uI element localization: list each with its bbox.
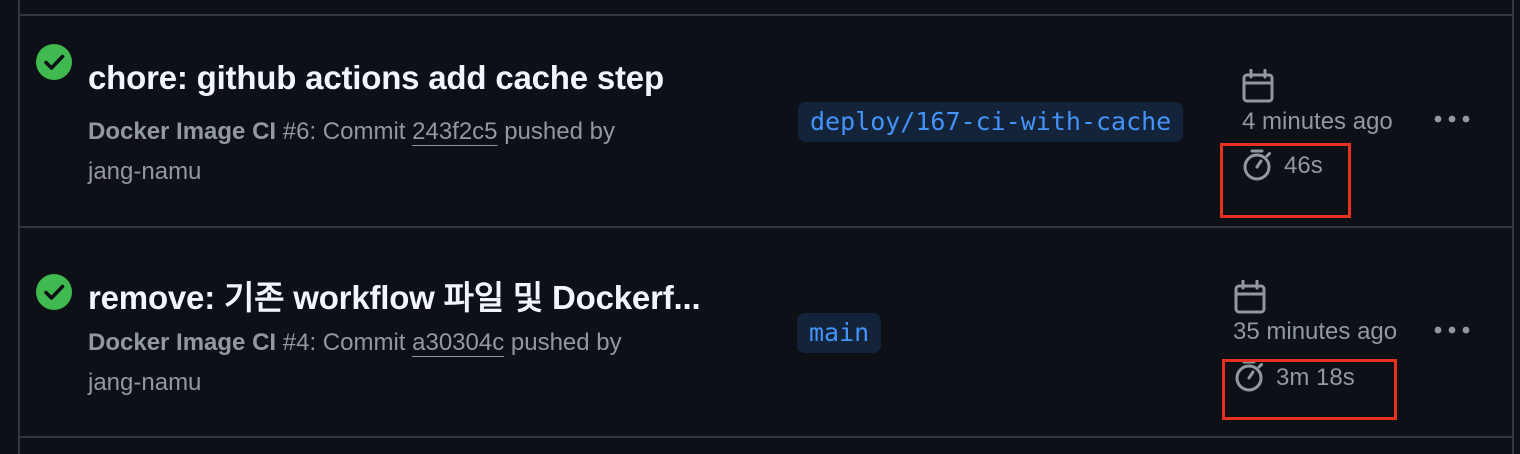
- commit-prefix: : Commit: [309, 329, 413, 356]
- divider: [18, 436, 1514, 438]
- commit-sha-link[interactable]: a30304c: [412, 329, 504, 356]
- kebab-horizontal-icon[interactable]: [1432, 109, 1472, 129]
- actor-link[interactable]: jang-namu: [88, 369, 201, 396]
- run-title-link[interactable]: chore: github actions add cache step: [88, 59, 664, 97]
- pushed-by-text: pushed by: [497, 118, 615, 145]
- check-circle-fill-icon: [36, 274, 72, 310]
- highlight-box: [1220, 143, 1351, 218]
- calendar-icon: [1234, 280, 1266, 314]
- run-number: #4: [282, 329, 310, 356]
- run-title-link[interactable]: remove: 기존 workflow 파일 및 Dockerf...: [88, 271, 701, 319]
- run-meta: Docker Image CI #4: Commit a30304c pushe…: [88, 323, 728, 403]
- highlight-box: [1222, 359, 1397, 420]
- run-meta: Docker Image CI #6: Commit 243f2c5 pushe…: [88, 112, 728, 192]
- run-number: #6: [282, 118, 310, 145]
- commit-sha-link[interactable]: 243f2c5: [412, 118, 497, 145]
- commit-prefix: : Commit: [309, 118, 413, 145]
- run-time-ago: 4 minutes ago: [1242, 108, 1393, 135]
- actor-link[interactable]: jang-namu: [88, 158, 201, 185]
- pushed-by-text: pushed by: [504, 329, 622, 356]
- branch-label[interactable]: deploy/167-ci-with-cache: [798, 102, 1184, 142]
- calendar-icon: [1242, 69, 1274, 103]
- workflow-name[interactable]: Docker Image CI: [88, 118, 276, 145]
- branch-label[interactable]: main: [797, 313, 882, 353]
- check-circle-fill-icon: [36, 44, 72, 80]
- kebab-horizontal-icon[interactable]: [1432, 320, 1472, 340]
- run-time-ago: 35 minutes ago: [1233, 318, 1398, 345]
- workflow-name[interactable]: Docker Image CI: [88, 329, 276, 356]
